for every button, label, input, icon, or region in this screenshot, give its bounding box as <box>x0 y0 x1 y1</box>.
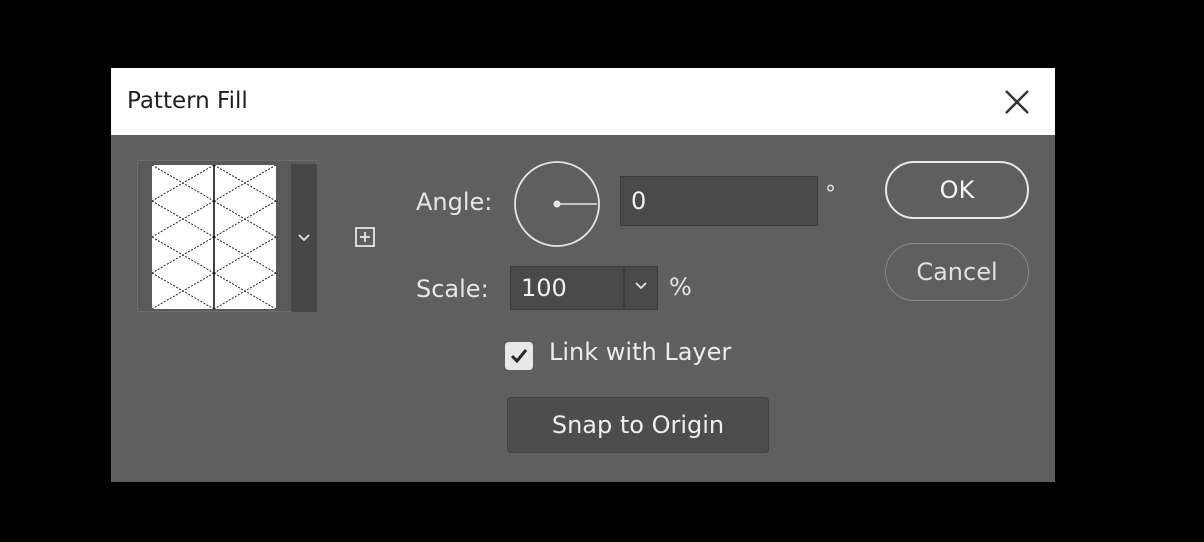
pattern-dropdown-button[interactable] <box>291 164 317 312</box>
angle-dial[interactable] <box>513 160 601 248</box>
pattern-picker[interactable] <box>137 160 317 312</box>
dialog-title: Pattern Fill <box>127 88 248 114</box>
scale-dropdown-button[interactable] <box>624 266 658 310</box>
angle-label: Angle: <box>416 188 493 216</box>
angle-input[interactable] <box>620 176 818 226</box>
snap-to-origin-button[interactable]: Snap to Origin <box>507 397 769 453</box>
pattern-fill-dialog: Pattern Fill Angle: 0 ° Scale: 100 % Lin… <box>111 68 1055 482</box>
chevron-down-icon <box>635 282 647 290</box>
create-new-preset-button[interactable] <box>354 226 376 248</box>
pattern-preview <box>151 164 277 310</box>
triangle-pattern-image <box>151 164 277 310</box>
ok-button[interactable]: OK <box>885 161 1029 219</box>
dialog-titlebar: Pattern Fill <box>111 68 1055 135</box>
link-with-layer-label[interactable]: Link with Layer <box>549 338 731 366</box>
checkmark-icon <box>510 349 528 364</box>
percent-unit: % <box>669 273 692 301</box>
cancel-button[interactable]: Cancel <box>885 243 1029 301</box>
chevron-down-icon <box>298 234 310 242</box>
scale-label: Scale: <box>416 275 489 303</box>
angle-dial-graphic <box>514 161 600 247</box>
close-icon <box>1005 90 1029 114</box>
degree-unit: ° <box>825 182 836 207</box>
link-with-layer-checkbox[interactable] <box>505 342 533 370</box>
plus-square-icon <box>355 227 375 247</box>
close-button[interactable] <box>1001 86 1033 118</box>
scale-input[interactable] <box>510 266 624 310</box>
